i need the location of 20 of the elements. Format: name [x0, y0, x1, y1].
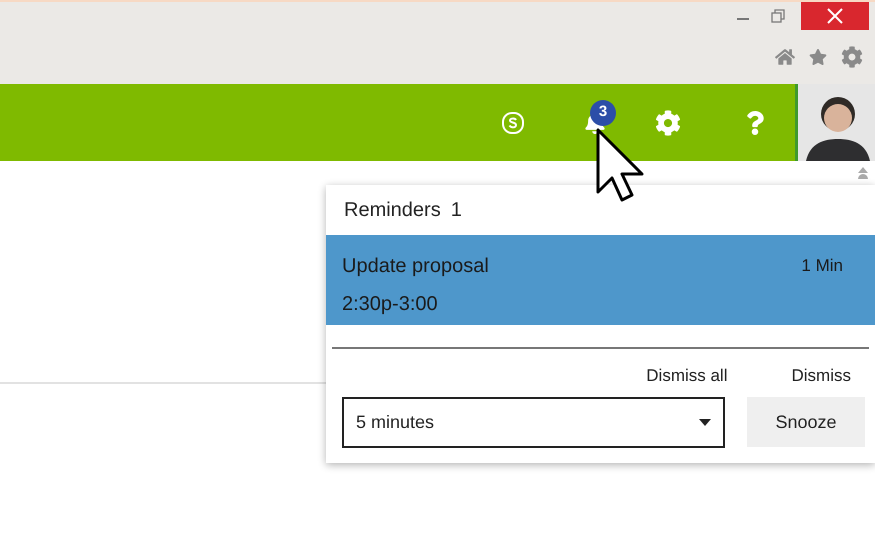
snooze-button[interactable]: Snooze [747, 397, 865, 447]
reminder-title: Update proposal [342, 254, 489, 279]
caret-icon [699, 418, 711, 426]
dismiss-link[interactable]: Dismiss [792, 363, 851, 388]
home-icon[interactable] [775, 47, 795, 67]
settings-icon[interactable] [655, 110, 681, 136]
reminders-count: 1 [450, 198, 462, 223]
skype-icon[interactable] [501, 110, 525, 134]
restore-icon[interactable] [771, 9, 785, 23]
settings-icon[interactable] [841, 46, 863, 68]
reminders-title: Reminders [344, 198, 441, 223]
reminder-due: 1 Min [801, 255, 843, 277]
snooze-dropdown[interactable]: 5 minutes [342, 396, 725, 448]
close-button[interactable] [801, 2, 869, 30]
reminder-item[interactable]: Update proposal 2:30p-3:00 1 Min [326, 235, 875, 325]
close-icon [827, 8, 843, 24]
dismiss-all-link[interactable]: Dismiss all [646, 363, 728, 388]
notification-badge: 3 [590, 100, 616, 126]
star-icon[interactable] [809, 48, 827, 66]
reminder-time: 2:30p-3:00 [342, 292, 439, 317]
